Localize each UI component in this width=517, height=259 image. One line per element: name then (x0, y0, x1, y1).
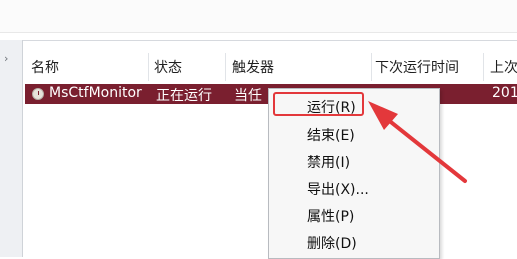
annotation-arrow-icon (368, 101, 467, 183)
